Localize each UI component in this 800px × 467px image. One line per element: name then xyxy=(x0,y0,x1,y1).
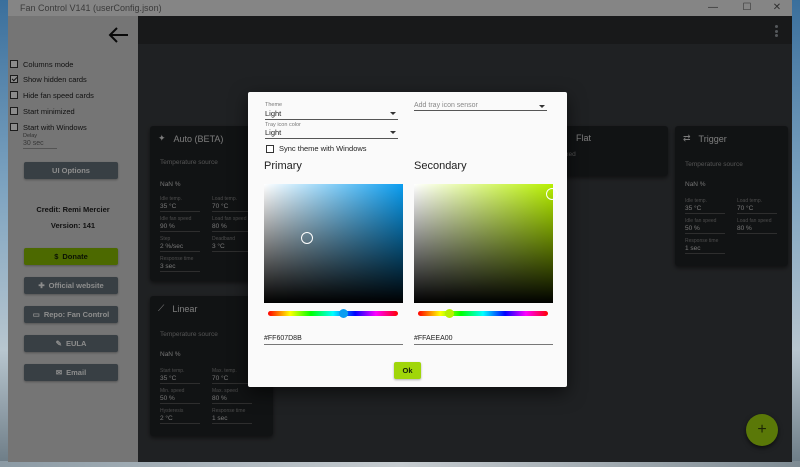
app-window: Fan Control V141 (userConfig.json) — ☐ ✕… xyxy=(8,0,792,462)
primary-title: Primary xyxy=(264,160,302,172)
secondary-hex-input[interactable]: #FFAEEA00 xyxy=(414,335,553,345)
tray-icon-sensor-select[interactable]: Add tray icon sensor xyxy=(414,102,547,111)
ok-button[interactable]: Ok xyxy=(394,362,421,379)
desktop-background-right xyxy=(792,0,800,467)
primary-color-palette[interactable] xyxy=(264,184,403,303)
tray-icon-color-select[interactable]: Light xyxy=(265,128,398,139)
theme-label: Theme xyxy=(265,102,283,108)
secondary-color-palette[interactable] xyxy=(414,184,558,303)
sync-theme-checkbox[interactable]: Sync theme with Windows xyxy=(266,144,367,153)
secondary-title: Secondary xyxy=(414,160,467,172)
primary-hex-input[interactable]: #FF607D8B xyxy=(264,335,403,345)
primary-hue-thumb[interactable] xyxy=(339,309,348,318)
theme-dialog: Theme Light Tray icon color Light Add tr… xyxy=(248,92,567,387)
primary-hue-slider[interactable] xyxy=(268,309,398,318)
secondary-hue-thumb[interactable] xyxy=(445,309,454,318)
secondary-hue-slider[interactable] xyxy=(418,309,548,318)
secondary-color-picker-handle[interactable] xyxy=(546,188,558,200)
desktop-background-left xyxy=(0,0,8,467)
theme-select[interactable]: Light xyxy=(265,109,398,120)
plus-icon: + xyxy=(757,421,767,438)
primary-color-picker-handle[interactable] xyxy=(301,232,313,244)
add-card-button[interactable]: + xyxy=(746,414,778,446)
